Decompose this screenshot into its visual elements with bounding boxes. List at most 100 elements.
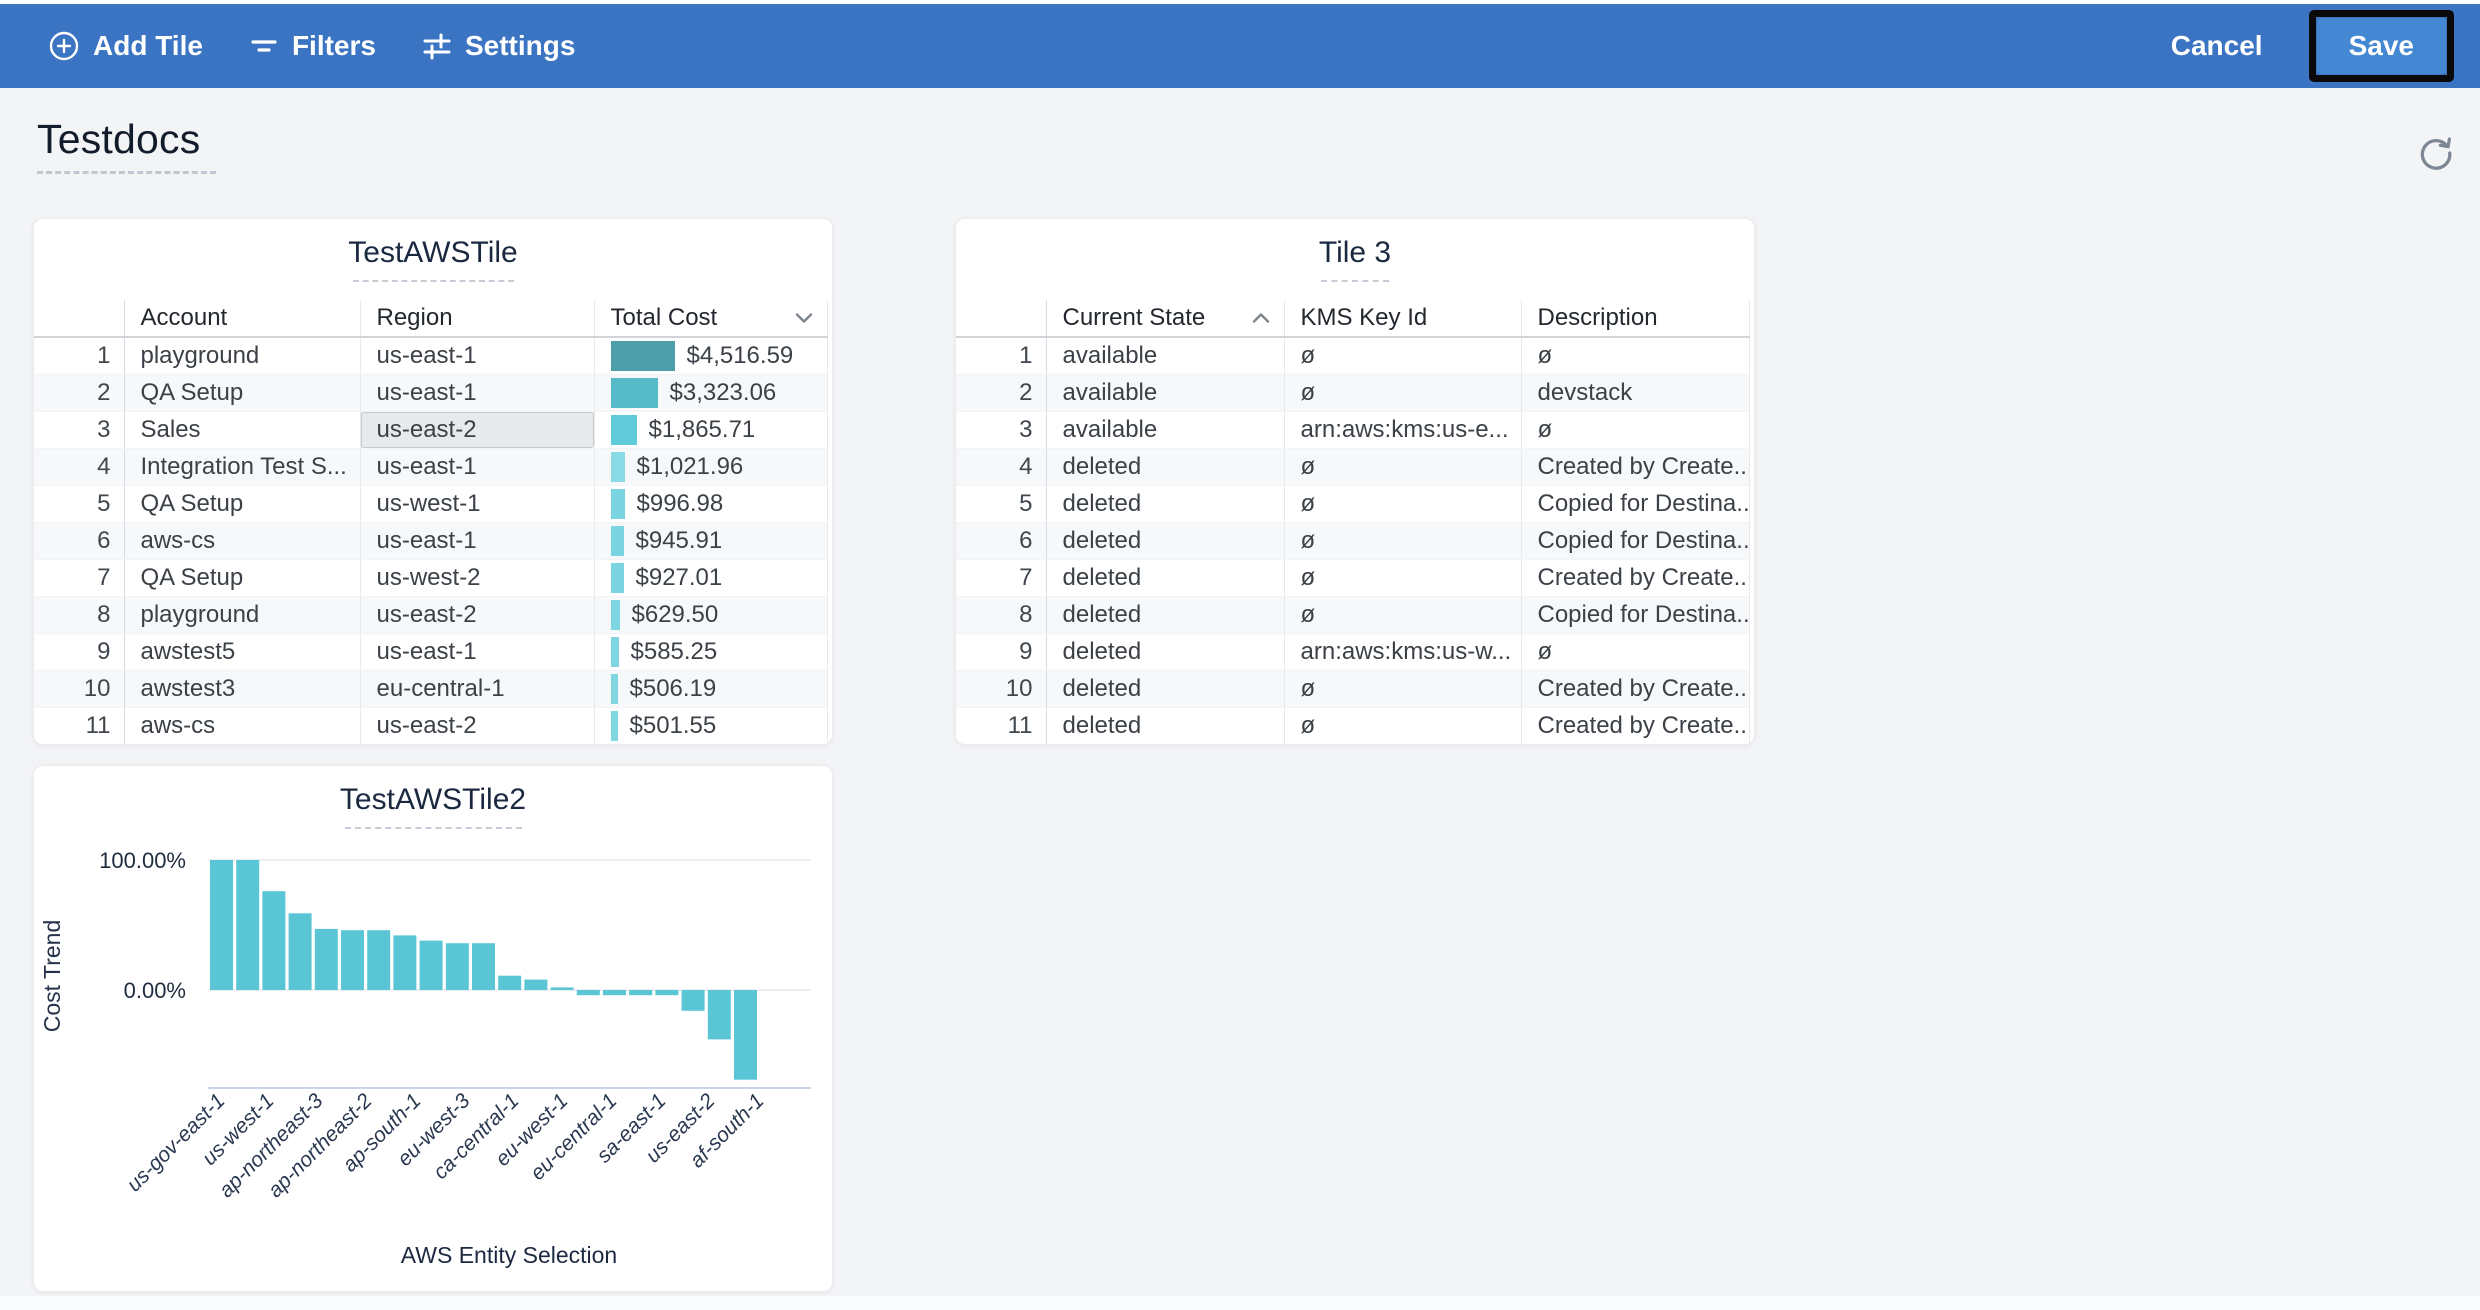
cell-total-cost[interactable]: $4,516.59 [594,337,827,374]
cell-region[interactable]: us-east-1 [360,374,594,411]
refresh-button[interactable] [2414,132,2458,176]
cell-kms-key-id[interactable]: ø [1284,374,1521,411]
save-button[interactable]: Save [2317,18,2446,74]
cell-account[interactable]: Sales [124,411,360,448]
refresh-icon [2416,161,2456,176]
cost-bar [611,563,624,593]
cell-description[interactable]: Copied for Destina... [1521,485,1749,522]
row-index: 5 [34,485,124,522]
cell-kms-key-id[interactable]: ø [1284,522,1521,559]
cell-region[interactable]: us-east-1 [360,633,594,670]
cell-region[interactable]: us-east-2 [360,411,594,448]
cell-total-cost[interactable]: $629.50 [594,596,827,633]
column-header-description[interactable]: Description [1521,300,1749,337]
table-header-row: Account Region Total Cost [34,300,827,337]
cell-region[interactable]: us-east-1 [360,522,594,559]
cell-region[interactable]: us-east-2 [360,707,594,744]
cell-description[interactable]: ø [1521,411,1749,448]
cell-description[interactable]: Created by Create... [1521,448,1749,485]
bar [393,935,416,990]
cell-kms-key-id[interactable]: arn:aws:kms:us-e... [1284,411,1521,448]
cell-account[interactable]: aws-cs [124,707,360,744]
cell-kms-key-id[interactable]: ø [1284,337,1521,374]
bar [210,860,233,990]
cell-current-state[interactable]: deleted [1046,596,1284,633]
row-index: 10 [34,670,124,707]
table-row: 1playgroundus-east-1$4,516.59 [34,337,827,374]
cell-region[interactable]: eu-central-1 [360,670,594,707]
filters-button[interactable]: Filters [249,30,376,62]
column-header-total-cost[interactable]: Total Cost [594,300,827,337]
cell-kms-key-id[interactable]: ø [1284,707,1521,744]
cell-region[interactable]: us-west-2 [360,559,594,596]
cell-account[interactable]: awstest3 [124,670,360,707]
cell-current-state[interactable]: available [1046,411,1284,448]
cell-total-cost[interactable]: $927.01 [594,559,827,596]
cell-kms-key-id[interactable]: ø [1284,596,1521,633]
cell-description[interactable]: Created by Create... [1521,670,1749,707]
cell-kms-key-id[interactable]: ø [1284,670,1521,707]
column-header-region[interactable]: Region [360,300,594,337]
cell-region[interactable]: us-east-1 [360,337,594,374]
row-index: 9 [956,633,1046,670]
cell-current-state[interactable]: deleted [1046,670,1284,707]
cell-description[interactable]: ø [1521,337,1749,374]
table-row: 9awstest5us-east-1$585.25 [34,633,827,670]
column-header-account[interactable]: Account [124,300,360,337]
cell-account[interactable]: QA Setup [124,559,360,596]
cell-kms-key-id[interactable]: ø [1284,485,1521,522]
row-index: 8 [956,596,1046,633]
cell-description[interactable]: devstack [1521,374,1749,411]
cell-description[interactable]: Copied for Destina... [1521,522,1749,559]
cell-description[interactable]: ø [1521,633,1749,670]
cell-region[interactable]: us-west-1 [360,485,594,522]
cell-total-cost[interactable]: $585.25 [594,633,827,670]
cell-total-cost[interactable]: $1,021.96 [594,448,827,485]
cell-current-state[interactable]: deleted [1046,633,1284,670]
bar [603,990,626,995]
cell-current-state[interactable]: deleted [1046,522,1284,559]
cell-kms-key-id[interactable]: arn:aws:kms:us-w... [1284,633,1521,670]
column-header-current-state[interactable]: Current State [1046,300,1284,337]
cell-account[interactable]: awstest5 [124,633,360,670]
settings-button[interactable]: Settings [422,30,575,62]
tile3-table: Current State KMS Key Id Description 1av… [956,300,1750,745]
cell-kms-key-id[interactable]: ø [1284,448,1521,485]
cell-current-state[interactable]: deleted [1046,485,1284,522]
cell-current-state[interactable]: deleted [1046,448,1284,485]
bar [629,990,652,995]
tile-title: TestAWSTile [348,236,517,270]
column-header-kms-key-id[interactable]: KMS Key Id [1284,300,1521,337]
cell-region[interactable]: us-east-2 [360,596,594,633]
table-row: 8deletedøCopied for Destina... [956,596,1749,633]
cell-current-state[interactable]: available [1046,374,1284,411]
add-tile-label: Add Tile [93,30,203,62]
table-row: 10deletedøCreated by Create... [956,670,1749,707]
cell-description[interactable]: Created by Create... [1521,707,1749,744]
cell-total-cost[interactable]: $506.19 [594,670,827,707]
cell-kms-key-id[interactable]: ø [1284,559,1521,596]
cell-account[interactable]: playground [124,596,360,633]
cell-current-state[interactable]: deleted [1046,707,1284,744]
cell-account[interactable]: Integration Test S... [124,448,360,485]
toolbar: Add Tile Filters Settings Cancel Save [0,4,2480,88]
cell-current-state[interactable]: available [1046,337,1284,374]
cancel-button[interactable]: Cancel [2161,30,2273,62]
y-tick-label: 0.00% [124,978,186,1003]
cell-account[interactable]: playground [124,337,360,374]
cell-total-cost[interactable]: $501.55 [594,707,827,744]
cell-current-state[interactable]: deleted [1046,559,1284,596]
cell-account[interactable]: QA Setup [124,485,360,522]
cell-account[interactable]: aws-cs [124,522,360,559]
cell-total-cost[interactable]: $945.91 [594,522,827,559]
row-index: 4 [34,448,124,485]
cell-description[interactable]: Created by Create... [1521,559,1749,596]
cell-total-cost[interactable]: $1,865.71 [594,411,827,448]
cell-total-cost[interactable]: $996.98 [594,485,827,522]
cell-region[interactable]: us-east-1 [360,448,594,485]
cell-total-cost[interactable]: $3,323.06 [594,374,827,411]
cell-description[interactable]: Copied for Destina... [1521,596,1749,633]
bar [420,941,443,990]
add-tile-button[interactable]: Add Tile [48,30,203,62]
cell-account[interactable]: QA Setup [124,374,360,411]
